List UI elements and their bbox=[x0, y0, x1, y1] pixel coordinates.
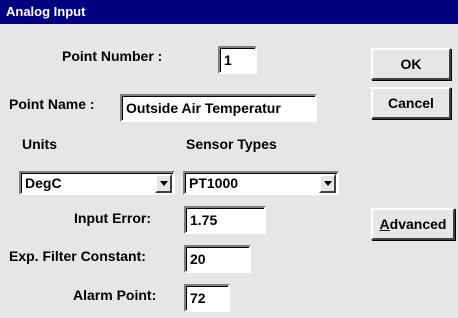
units-select[interactable]: DegC bbox=[19, 171, 175, 195]
point-number-input[interactable]: 1 bbox=[218, 46, 257, 74]
advanced-label: dvanced bbox=[389, 216, 447, 232]
point-name-input[interactable]: Outside Air Temperatur bbox=[120, 94, 317, 122]
sensor-type-select-value: PT1000 bbox=[189, 175, 239, 191]
window-title: Analog Input bbox=[6, 4, 86, 19]
point-number-label: Point Number : bbox=[62, 48, 163, 64]
cancel-button[interactable]: Cancel bbox=[371, 87, 451, 119]
alarm-point-input[interactable]: 72 bbox=[184, 284, 230, 312]
advanced-button[interactable]: Advanced bbox=[371, 208, 455, 240]
point-name-label: Point Name : bbox=[9, 96, 95, 112]
exp-filter-constant-input[interactable]: 20 bbox=[184, 245, 251, 273]
input-error-input[interactable]: 1.75 bbox=[184, 206, 266, 234]
ok-button[interactable]: OK bbox=[371, 48, 451, 80]
sensor-type-dropdown-arrow-icon[interactable] bbox=[319, 174, 336, 193]
units-dropdown-arrow-icon[interactable] bbox=[155, 174, 172, 193]
sensor-types-label: Sensor Types bbox=[186, 136, 277, 152]
advanced-mnemonic: A bbox=[379, 216, 390, 232]
title-bar: Analog Input bbox=[0, 0, 458, 24]
analog-input-dialog: Analog Input Point Number : 1 Point Name… bbox=[0, 0, 458, 318]
alarm-point-label: Alarm Point: bbox=[73, 287, 157, 303]
units-label: Units bbox=[22, 136, 57, 152]
input-error-label: Input Error: bbox=[74, 210, 151, 226]
units-select-value: DegC bbox=[25, 175, 62, 191]
sensor-type-select[interactable]: PT1000 bbox=[183, 171, 339, 195]
exp-filter-constant-label: Exp. Filter Constant: bbox=[9, 248, 146, 264]
